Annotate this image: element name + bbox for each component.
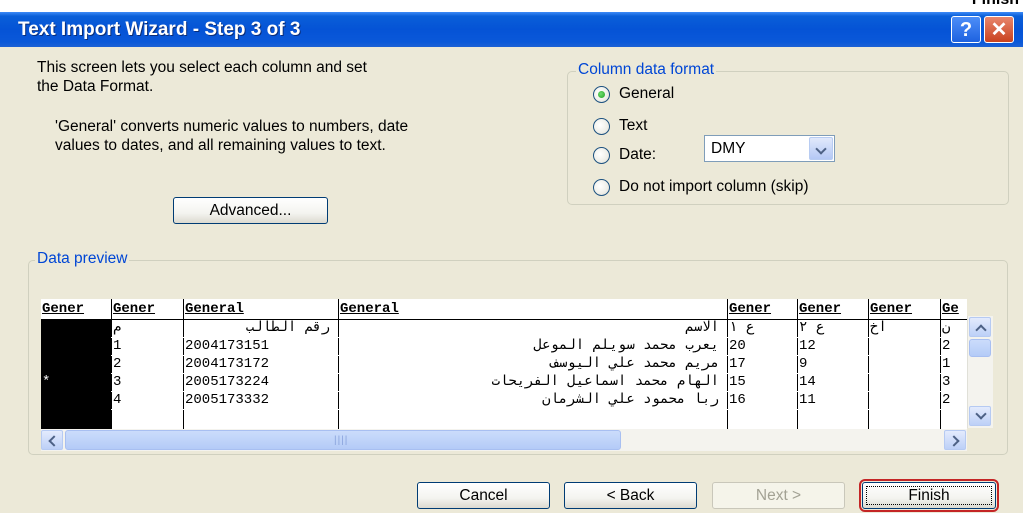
table-cell: م [112, 320, 184, 337]
vertical-scrollbar[interactable] [967, 316, 993, 428]
table-cell: 2 [112, 356, 184, 373]
scroll-up-icon[interactable] [969, 317, 991, 337]
general-description-1: 'General' converts numeric values to num… [55, 118, 409, 135]
column-data-format-legend: Column data format [576, 61, 717, 79]
table-cell [869, 338, 941, 355]
advanced-button[interactable]: Advanced... [173, 197, 328, 224]
radio-general-indicator[interactable] [593, 86, 610, 103]
intro-line-2: the Data Format. [37, 78, 154, 95]
table-cell [41, 338, 112, 355]
next-button[interactable]: Next > [712, 482, 845, 509]
horizontal-scroll-thumb[interactable]: |||| [65, 430, 621, 450]
date-format-value: DMY [711, 140, 746, 157]
back-button[interactable]: < Back [564, 482, 697, 509]
table-cell: * [41, 374, 112, 391]
column-header[interactable]: Gener [112, 299, 184, 320]
column-header[interactable]: General [184, 299, 339, 320]
table-cell: 3 [112, 374, 184, 391]
table-cell [869, 374, 941, 391]
radio-date-indicator[interactable] [593, 147, 610, 164]
window-title: Text Import Wizard - Step 3 of 3 [18, 19, 301, 40]
table-cell: 9 [798, 356, 869, 373]
table-cell: 2005173332 [184, 392, 339, 409]
table-cell: 1 [942, 356, 951, 372]
table-cell [728, 410, 798, 429]
table-cell [41, 392, 112, 409]
table-cell: ربا محمود علي الشرمان [339, 392, 728, 409]
column-header[interactable]: Gener [869, 299, 941, 320]
table-cell: ع ٢ [798, 320, 869, 337]
table-cell: 1 [112, 338, 184, 355]
cancel-button[interactable]: Cancel [417, 482, 550, 509]
radio-general-label: General [619, 85, 675, 102]
table-cell: 11 [798, 392, 869, 409]
scroll-grip-icon: |||| [334, 435, 349, 446]
table-cell [41, 320, 112, 337]
table-cell [41, 410, 112, 429]
data-preview-legend: Data preview [35, 250, 130, 268]
table-cell: 17 [728, 356, 798, 373]
vertical-scroll-thumb[interactable] [969, 339, 991, 357]
finish-button[interactable]: Finish [859, 479, 999, 512]
table-cell [41, 356, 112, 373]
radio-date[interactable]: Date: [593, 145, 703, 167]
table-cell: 2005173224 [184, 374, 339, 391]
table-cell [339, 410, 728, 429]
table-cell: 16 [728, 392, 798, 409]
table-cell [869, 410, 941, 429]
table-cell [869, 392, 941, 409]
radio-general[interactable]: General [593, 84, 743, 106]
data-preview-grid[interactable]: Gener Gener General General Gener Gener … [41, 299, 967, 429]
background-finish-label: Finish [972, 0, 1019, 9]
table-cell: اخ [869, 320, 941, 337]
column-header[interactable]: Gener [41, 299, 112, 320]
radio-date-label: Date: [619, 146, 657, 163]
table-cell: الهام محمد اسماعيل الفريحات [339, 374, 728, 391]
table-cell: 3 [942, 374, 951, 390]
dialog-body: This screen lets you select each column … [0, 47, 1023, 513]
radio-skip[interactable]: Do not import column (skip) [593, 177, 893, 199]
horizontal-scrollbar[interactable]: |||| [41, 429, 967, 451]
scroll-left-icon[interactable] [41, 430, 63, 450]
focus-rectangle [866, 486, 992, 505]
help-button[interactable]: ? [951, 16, 981, 43]
table-cell: 15 [728, 374, 798, 391]
close-button[interactable]: ✕ [984, 16, 1014, 43]
radio-skip-indicator[interactable] [593, 179, 610, 196]
table-cell: 4 [112, 392, 184, 409]
table-cell [184, 410, 339, 429]
table-cell: 2004173172 [184, 356, 339, 373]
table-cell: 2004173151 [184, 338, 339, 355]
general-description-2: values to dates, and all remaining value… [55, 137, 386, 154]
column-header[interactable]: Gener [798, 299, 869, 320]
column-header[interactable]: Ge [941, 299, 967, 320]
chevron-down-icon[interactable] [809, 137, 833, 160]
column-data-format-group: Column data format General Text Date: DM… [567, 61, 1009, 205]
table-cell: مريم محمد علي اليوسف [339, 356, 728, 373]
radio-text-label: Text [619, 117, 648, 134]
table-cell: يعرب محمد سويلم الموعل [339, 338, 728, 355]
table-cell [798, 410, 869, 429]
table-cell [869, 356, 941, 373]
radio-skip-label: Do not import column (skip) [619, 178, 809, 195]
column-header[interactable]: Gener [728, 299, 798, 320]
title-bar: Text Import Wizard - Step 3 of 3 ? ✕ [0, 12, 1023, 47]
date-format-select[interactable]: DMY [704, 135, 835, 162]
table-cell: الاسم [339, 320, 728, 337]
table-cell: 2 [942, 338, 951, 354]
table-cell [112, 410, 184, 429]
table-cell: 12 [798, 338, 869, 355]
column-header[interactable]: General [339, 299, 728, 320]
table-cell: ع ١ [728, 320, 798, 337]
table-cell: ن [942, 320, 951, 336]
table-cell: 14 [798, 374, 869, 391]
scroll-right-icon[interactable] [944, 430, 966, 450]
intro-line-1: This screen lets you select each column … [37, 59, 367, 76]
table-cell: 20 [728, 338, 798, 355]
table-cell: 2 [942, 392, 951, 408]
scroll-down-icon[interactable] [969, 406, 991, 426]
table-cell: رقم الطالب [184, 320, 339, 337]
radio-text-indicator[interactable] [593, 118, 610, 135]
